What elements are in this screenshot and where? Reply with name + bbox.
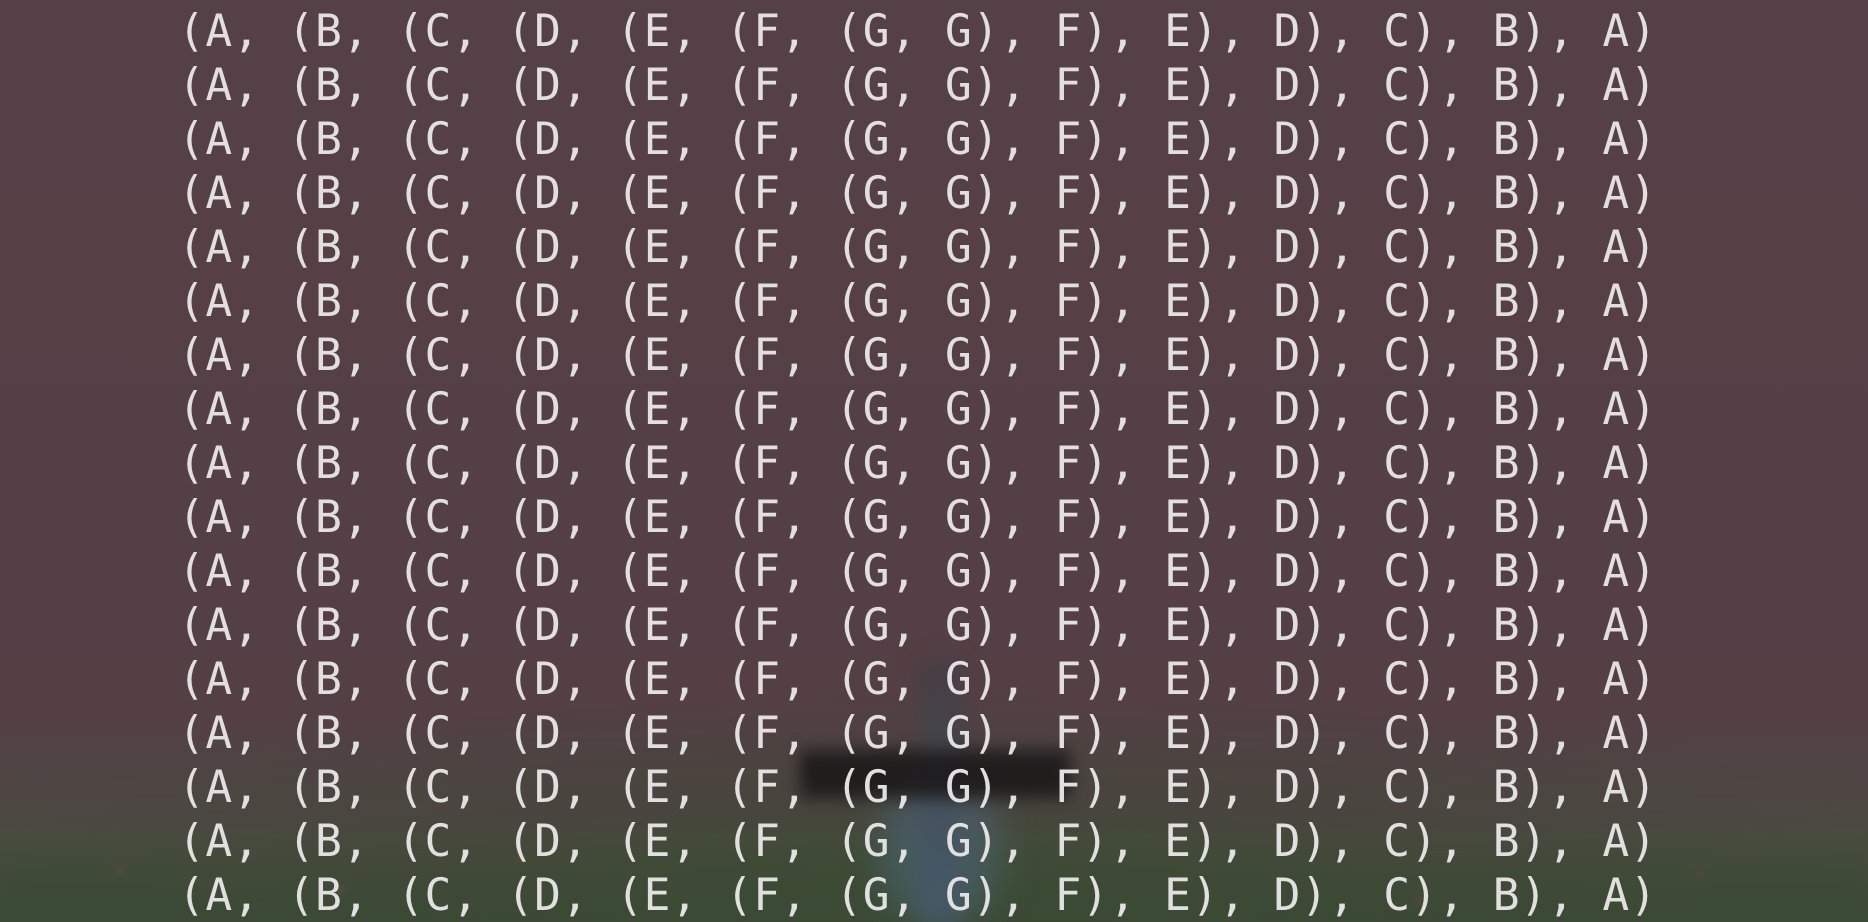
terminal-line: (A, (B, (C, (D, (E, (F, (G, G), F), E), … (178, 708, 1658, 759)
terminal-line: (A, (B, (C, (D, (E, (F, (G, G), F), E), … (178, 600, 1658, 651)
terminal-line: (A, (B, (C, (D, (E, (F, (G, G), F), E), … (178, 654, 1658, 705)
terminal-line: (A, (B, (C, (D, (E, (F, (G, G), F), E), … (178, 492, 1658, 543)
terminal-line: (A, (B, (C, (D, (E, (F, (G, G), F), E), … (178, 222, 1658, 273)
terminal-line: (A, (B, (C, (D, (E, (F, (G, G), F), E), … (178, 762, 1658, 813)
terminal-line: (A, (B, (C, (D, (E, (F, (G, G), F), E), … (178, 60, 1658, 111)
terminal-output[interactable]: (A, (B, (C, (D, (E, (F, (G, G), F), E), … (0, 0, 1868, 922)
terminal-line: (A, (B, (C, (D, (E, (F, (G, G), F), E), … (178, 546, 1658, 597)
terminal-line: (A, (B, (C, (D, (E, (F, (G, G), F), E), … (178, 438, 1658, 489)
terminal-line: (A, (B, (C, (D, (E, (F, (G, G), F), E), … (178, 114, 1658, 165)
terminal-line: (A, (B, (C, (D, (E, (F, (G, G), F), E), … (178, 384, 1658, 435)
terminal-line: (A, (B, (C, (D, (E, (F, (G, G), F), E), … (178, 816, 1658, 867)
terminal-line: (A, (B, (C, (D, (E, (F, (G, G), F), E), … (178, 276, 1658, 327)
terminal-line: (A, (B, (C, (D, (E, (F, (G, G), F), E), … (178, 6, 1658, 57)
terminal-line: (A, (B, (C, (D, (E, (F, (G, G), F), E), … (178, 870, 1658, 921)
terminal-line: (A, (B, (C, (D, (E, (F, (G, G), F), E), … (178, 330, 1658, 381)
terminal-line: (A, (B, (C, (D, (E, (F, (G, G), F), E), … (178, 168, 1658, 219)
